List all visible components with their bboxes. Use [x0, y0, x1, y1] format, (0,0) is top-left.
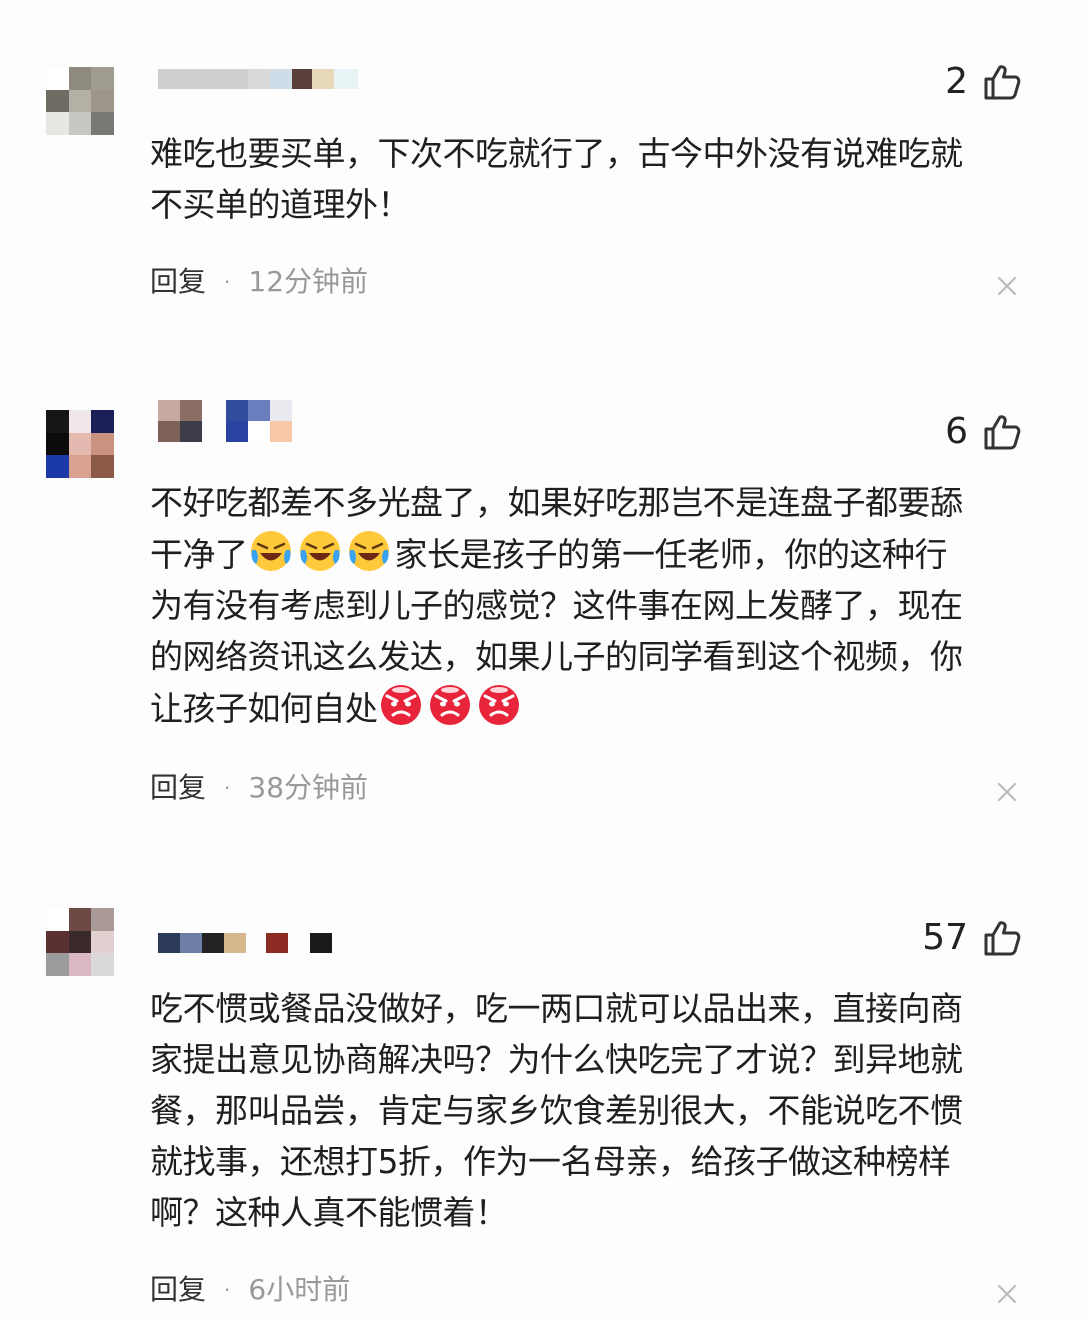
username-blurred[interactable] [158, 932, 332, 954]
thumbs-up-icon[interactable] [982, 412, 1022, 452]
separator-dot: · [224, 270, 231, 294]
text-line: 就找事，还想打5折，作为一名母亲，给孩子做这种榜样 [150, 1142, 951, 1181]
text-line: 餐，那叫品尝，肯定与家乡饮食差别很大，不能说吃不惯 [150, 1091, 963, 1130]
text-line: 的网络资讯这么发达，如果儿子的同学看到这个视频，你 [150, 637, 963, 676]
like-button[interactable]: 57 [922, 918, 1022, 958]
username-blurred[interactable] [158, 68, 358, 90]
comment-list: 2 难吃也要买单，下次不吃就行了，古今中外没有说难吃就 不买单的道理外！ 回复 … [0, 0, 1086, 1318]
text-line: 吃不惯或餐品没做好，吃一两口就可以品出来，直接向商 [150, 989, 963, 1028]
text-line: 家提出意见协商解决吗？为什么快吃完了才说？到异地就 [150, 1040, 963, 1079]
text-line: 难吃也要买单，下次不吃就行了，古今中外没有说难吃就 [150, 134, 963, 173]
timestamp: 38分钟前 [248, 771, 369, 804]
text-line: 不买单的道理外！ [150, 185, 411, 224]
avatar[interactable] [46, 67, 114, 135]
close-icon[interactable] [996, 275, 1018, 297]
text-line: 啊？这种人真不能惯着！ [150, 1193, 508, 1232]
angry-face-emoji [478, 685, 519, 725]
like-button[interactable]: 6 [945, 412, 1022, 452]
angry-face-emoji [380, 685, 421, 725]
like-button[interactable]: 2 [945, 62, 1022, 102]
like-count: 2 [945, 61, 968, 102]
timestamp: 12分钟前 [248, 265, 369, 298]
laughing-crying-emoji [299, 531, 340, 571]
thumbs-up-icon[interactable] [982, 62, 1022, 102]
text-segment: 干净了 [150, 535, 248, 574]
avatar[interactable] [46, 410, 114, 478]
comment-text: 不好吃都差不多光盘了，如果好吃那岂不是连盘子都要舔 干净了 家长是孩子的第一任老师… [150, 477, 1030, 734]
separator-dot: · [224, 1278, 231, 1302]
like-count: 57 [922, 917, 968, 958]
close-icon[interactable] [996, 1283, 1018, 1305]
comment-meta: 回复 · 6小时前 [150, 1270, 350, 1310]
thumbs-up-icon[interactable] [982, 918, 1022, 958]
comment-meta: 回复 · 38分钟前 [150, 768, 368, 808]
text-line-with-emoji: 让孩子如何自处 [150, 682, 1030, 734]
laughing-crying-emoji [348, 531, 389, 571]
reply-button[interactable]: 回复 [150, 768, 206, 808]
text-line-with-emoji: 干净了 家长是孩子的第一任老师，你的这种行 [150, 528, 1030, 580]
separator-dot: · [224, 776, 231, 800]
laughing-crying-emoji [250, 531, 291, 571]
comment-meta: 回复 · 12分钟前 [150, 262, 368, 302]
text-segment: 家长是孩子的第一任老师，你的这种行 [394, 535, 948, 574]
text-line: 不好吃都差不多光盘了，如果好吃那岂不是连盘子都要舔 [150, 483, 963, 522]
like-count: 6 [945, 411, 968, 452]
avatar[interactable] [46, 908, 114, 976]
reply-button[interactable]: 回复 [150, 1270, 206, 1310]
text-line: 为有没有考虑到儿子的感觉？这件事在网上发酵了，现在 [150, 586, 963, 625]
angry-face-emoji [429, 685, 470, 725]
comment-text: 难吃也要买单，下次不吃就行了，古今中外没有说难吃就 不买单的道理外！ [150, 128, 1030, 230]
timestamp: 6小时前 [248, 1273, 351, 1306]
close-icon[interactable] [996, 781, 1018, 803]
username-blurred[interactable] [158, 400, 292, 442]
reply-button[interactable]: 回复 [150, 262, 206, 302]
text-segment: 让孩子如何自处 [150, 689, 378, 728]
comment-text: 吃不惯或餐品没做好，吃一两口就可以品出来，直接向商 家提出意见协商解决吗？为什么… [150, 983, 1030, 1238]
